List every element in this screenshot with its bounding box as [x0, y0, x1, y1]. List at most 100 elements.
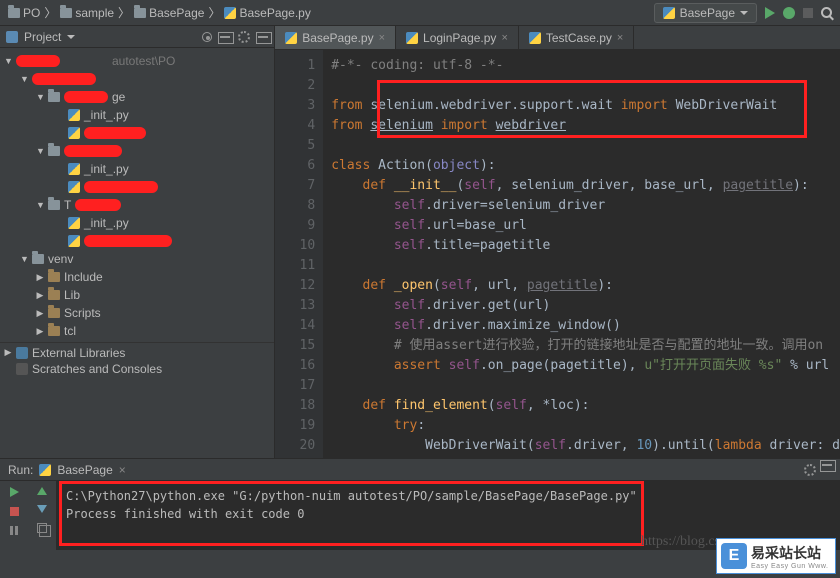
line-number: 6: [275, 156, 315, 176]
close-icon[interactable]: ×: [617, 32, 623, 44]
code-line[interactable]: self.driver.maximize_window(): [331, 316, 840, 336]
breadcrumb-separator: 〉: [44, 4, 56, 21]
tree-row[interactable]: ▼T: [0, 196, 274, 214]
close-icon[interactable]: ×: [501, 32, 507, 44]
tree-row[interactable]: ▼: [0, 142, 274, 160]
breadcrumb-item[interactable]: BasePage: [134, 6, 204, 20]
search-icon[interactable]: [821, 7, 832, 18]
hide-icon[interactable]: [258, 36, 268, 38]
tree-row[interactable]: ▶tcl: [0, 322, 274, 340]
code-line[interactable]: from selenium.webdriver.support.wait imp…: [331, 96, 840, 116]
line-number: 7: [275, 176, 315, 196]
settings-icon[interactable]: [238, 31, 250, 43]
collapse-all-icon[interactable]: [220, 36, 230, 38]
line-number: 17: [275, 376, 315, 396]
tree-row[interactable]: ▼ge: [0, 88, 274, 106]
code-line[interactable]: from selenium import webdriver: [331, 116, 840, 136]
code-line[interactable]: def find_element(self, *loc):: [331, 396, 840, 416]
python-file-icon: [224, 7, 236, 19]
run-config-label: BasePage: [680, 6, 735, 20]
navigation-bar: PO〉sample〉BasePage〉BasePage.py BasePage: [0, 0, 840, 26]
tree-row[interactable]: _init_.py: [0, 106, 274, 124]
breadcrumb-separator: 〉: [118, 4, 130, 21]
code-line[interactable]: [331, 376, 840, 396]
code-line[interactable]: self.url=base_url: [331, 216, 840, 236]
breadcrumb-item[interactable]: BasePage.py: [224, 6, 310, 20]
code-line[interactable]: def _open(self, url, pagetitle):: [331, 276, 840, 296]
code-line[interactable]: # 使用assert进行校验，打开的链接地址是否与配置的地址一致。调用on: [331, 336, 840, 356]
line-number: 2: [275, 76, 315, 96]
editor-tab[interactable]: LoginPage.py×: [396, 26, 519, 49]
folder-icon: [32, 254, 44, 264]
editor-area: BasePage.py×LoginPage.py×TestCase.py× 12…: [275, 26, 840, 458]
line-number: 12: [275, 276, 315, 296]
debug-icon[interactable]: [783, 7, 795, 19]
project-tree[interactable]: ▼autotest\PO ▼ ▼ge _init_.py ▼ _init_.py…: [0, 48, 274, 458]
tree-row[interactable]: [0, 232, 274, 250]
python-file-icon: [68, 109, 80, 121]
tree-row[interactable]: ▼: [0, 70, 274, 88]
tree-row[interactable]: ▼venv: [0, 250, 274, 268]
tree-row[interactable]: _init_.py: [0, 160, 274, 178]
locate-icon[interactable]: [202, 32, 212, 42]
line-number: 13: [275, 296, 315, 316]
up-icon[interactable]: [37, 487, 47, 495]
code-line[interactable]: WebDriverWait(self.driver, 10).until(lam…: [331, 436, 840, 456]
step-icon[interactable]: [37, 523, 47, 533]
code-line[interactable]: [331, 76, 840, 96]
hide-icon[interactable]: [822, 464, 832, 466]
editor-tabs: BasePage.py×LoginPage.py×TestCase.py×: [275, 26, 840, 50]
line-number: 14: [275, 316, 315, 336]
chevron-down-icon[interactable]: [67, 35, 75, 39]
breadcrumb-item[interactable]: PO: [8, 6, 40, 20]
python-icon: [39, 464, 51, 476]
run-configuration-selector[interactable]: BasePage: [654, 3, 757, 23]
tree-row[interactable]: ▶Include: [0, 268, 274, 286]
stop-icon[interactable]: [10, 507, 19, 516]
code-line[interactable]: #-*- coding: utf-8 -*-: [331, 56, 840, 76]
code-line[interactable]: class Action(object):: [331, 156, 840, 176]
folder-icon: [134, 8, 146, 18]
code-editor[interactable]: 1234567891011121314151617181920 #-*- cod…: [275, 50, 840, 458]
code-line[interactable]: [331, 136, 840, 156]
close-tab-icon[interactable]: ×: [119, 463, 126, 477]
pause-icon[interactable]: [10, 526, 18, 535]
run-panel-tab[interactable]: BasePage: [57, 463, 112, 477]
line-number: 20: [275, 436, 315, 456]
tree-row[interactable]: ▼autotest\PO: [0, 52, 274, 70]
tree-row[interactable]: _init_.py: [0, 214, 274, 232]
editor-tab[interactable]: TestCase.py×: [519, 26, 634, 49]
logo-text: 易采站长站: [751, 543, 828, 563]
code-line[interactable]: self.title=pagetitle: [331, 236, 840, 256]
python-icon: [663, 7, 675, 19]
tree-row[interactable]: [0, 178, 274, 196]
tree-row[interactable]: [0, 124, 274, 142]
tree-row[interactable]: ▶External Libraries: [0, 342, 274, 360]
close-icon[interactable]: ×: [379, 32, 385, 44]
project-title: Project: [24, 30, 61, 44]
breadcrumb-item[interactable]: sample: [60, 6, 114, 20]
line-number: 19: [275, 416, 315, 436]
run-icon[interactable]: [765, 7, 775, 19]
gutter: 1234567891011121314151617181920: [275, 50, 323, 458]
code-content[interactable]: #-*- coding: utf-8 -*- from selenium.web…: [323, 50, 840, 458]
tree-row[interactable]: ▶Scripts: [0, 304, 274, 322]
tree-row[interactable]: ▶Lib: [0, 286, 274, 304]
python-file-icon: [529, 32, 541, 44]
code-line[interactable]: [331, 256, 840, 276]
editor-tab[interactable]: BasePage.py×: [275, 26, 396, 49]
down-icon[interactable]: [37, 505, 47, 513]
rerun-icon[interactable]: [10, 487, 19, 497]
run-panel-title: Run:: [8, 463, 33, 477]
console-line: Process finished with exit code 0: [66, 505, 830, 523]
settings-icon[interactable]: [804, 464, 816, 476]
code-line[interactable]: try:: [331, 416, 840, 436]
code-line[interactable]: self.driver.get(url): [331, 296, 840, 316]
code-line[interactable]: assert self.on_page(pagetitle), u"打开开页面失…: [331, 356, 840, 376]
code-line[interactable]: def __init__(self, selenium_driver, base…: [331, 176, 840, 196]
stop-icon[interactable]: [803, 8, 813, 18]
line-number: 18: [275, 396, 315, 416]
line-number: 16: [275, 356, 315, 376]
code-line[interactable]: self.driver=selenium_driver: [331, 196, 840, 216]
tree-row[interactable]: Scratches and Consoles: [0, 360, 274, 378]
